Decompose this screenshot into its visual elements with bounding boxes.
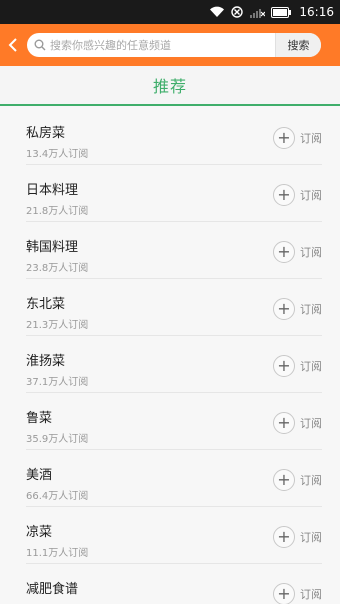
status-bar: 16:16: [0, 0, 340, 24]
subscriber-count: 37.1万人订阅: [26, 377, 89, 388]
list-item[interactable]: 凉菜 11.1万人订阅 + 订阅: [26, 507, 322, 564]
search-box: 搜索: [27, 33, 321, 57]
battery-icon: [271, 0, 292, 24]
list-item[interactable]: 东北菜 21.3万人订阅 + 订阅: [26, 279, 322, 336]
subscribe-label: 订阅: [300, 531, 322, 544]
channel-name: 韩国料理: [26, 240, 79, 255]
channel-name: 鲁菜: [26, 411, 53, 426]
app-screen: 16:16 搜索 推荐 私房菜13.4万人订阅+订阅日本料理21.8万人订阅+订…: [0, 0, 340, 604]
channel-name: 东北菜: [26, 297, 66, 312]
channel-name: 凉菜: [26, 525, 53, 540]
list-item[interactable]: 私房菜 13.4万人订阅 + 订阅: [26, 108, 322, 165]
channel-name: 私房菜: [26, 126, 66, 141]
signal-icon: [249, 0, 266, 24]
plus-icon: +: [273, 184, 295, 206]
subscriber-count: 11.1万人订阅: [26, 548, 89, 559]
search-icon: [30, 39, 50, 51]
section-header: 推荐: [0, 66, 340, 106]
plus-icon: +: [273, 127, 295, 149]
subscribe-label: 订阅: [300, 588, 322, 601]
channel-name: 美酒: [26, 468, 53, 483]
chevron-left-icon: [8, 38, 17, 52]
subscribe-button[interactable]: + 订阅: [273, 127, 322, 149]
subscribe-button[interactable]: + 订阅: [273, 583, 322, 604]
subscribe-button[interactable]: + 订阅: [273, 355, 322, 377]
list-item[interactable]: 日本料理 21.8万人订阅 + 订阅: [26, 165, 322, 222]
search-header: 搜索: [0, 24, 340, 66]
list-item[interactable]: 韩国料理 23.8万人订阅 + 订阅: [26, 222, 322, 279]
subscribe-label: 订阅: [300, 303, 322, 316]
subscriber-count: 21.3万人订阅: [26, 320, 89, 331]
subscribe-label: 订阅: [300, 474, 322, 487]
section-title: 推荐: [152, 77, 187, 96]
wifi-icon: [209, 0, 225, 24]
list-item[interactable]: 鲁菜 35.9万人订阅 + 订阅: [26, 393, 322, 450]
plus-icon: +: [273, 583, 295, 604]
subscribe-label: 订阅: [300, 132, 322, 145]
subscribe-button[interactable]: + 订阅: [273, 298, 322, 320]
channel-name: 日本料理: [26, 183, 79, 198]
channel-name: 淮扬菜: [26, 354, 66, 369]
status-time: 16:16: [299, 5, 334, 19]
subscriber-count: 23.8万人订阅: [26, 263, 89, 274]
plus-icon: +: [273, 412, 295, 434]
plus-icon: +: [273, 526, 295, 548]
list-item[interactable]: 淮扬菜 37.1万人订阅 + 订阅: [26, 336, 322, 393]
plus-icon: +: [273, 241, 295, 263]
subscribe-label: 订阅: [300, 246, 322, 259]
channel-list: 私房菜 13.4万人订阅 + 订阅 日本料理 21.8万人订阅 + 订阅 韩国料理 23.8万人订…: [0, 108, 340, 604]
subscribe-button[interactable]: + 订阅: [273, 526, 322, 548]
subscribe-label: 订阅: [300, 360, 322, 373]
subscribe-button[interactable]: + 订阅: [273, 241, 322, 263]
search-button[interactable]: 搜索: [275, 33, 321, 57]
plus-icon: +: [273, 469, 295, 491]
channel-name: 减肥食谱: [26, 582, 79, 597]
back-button[interactable]: [0, 24, 26, 66]
list-item[interactable]: 美酒 66.4万人订阅 + 订阅: [26, 450, 322, 507]
no-sim-icon: [231, 0, 244, 24]
list-item[interactable]: 减肥食谱11.1万人订阅+订阅: [26, 564, 322, 604]
subscribe-label: 订阅: [300, 417, 322, 430]
subscribe-button[interactable]: + 订阅: [273, 412, 322, 434]
subscribe-button[interactable]: + 订阅: [273, 184, 322, 206]
plus-icon: +: [273, 355, 295, 377]
search-input[interactable]: [50, 33, 275, 57]
subscribe-label: 订阅: [300, 189, 322, 202]
subscriber-count: 66.4万人订阅: [26, 491, 89, 502]
plus-icon: +: [273, 298, 295, 320]
subscribe-button[interactable]: + 订阅: [273, 469, 322, 491]
subscriber-count: 35.9万人订阅: [26, 434, 89, 445]
subscriber-count: 13.4万人订阅: [26, 149, 89, 160]
subscriber-count: 21.8万人订阅: [26, 206, 89, 217]
